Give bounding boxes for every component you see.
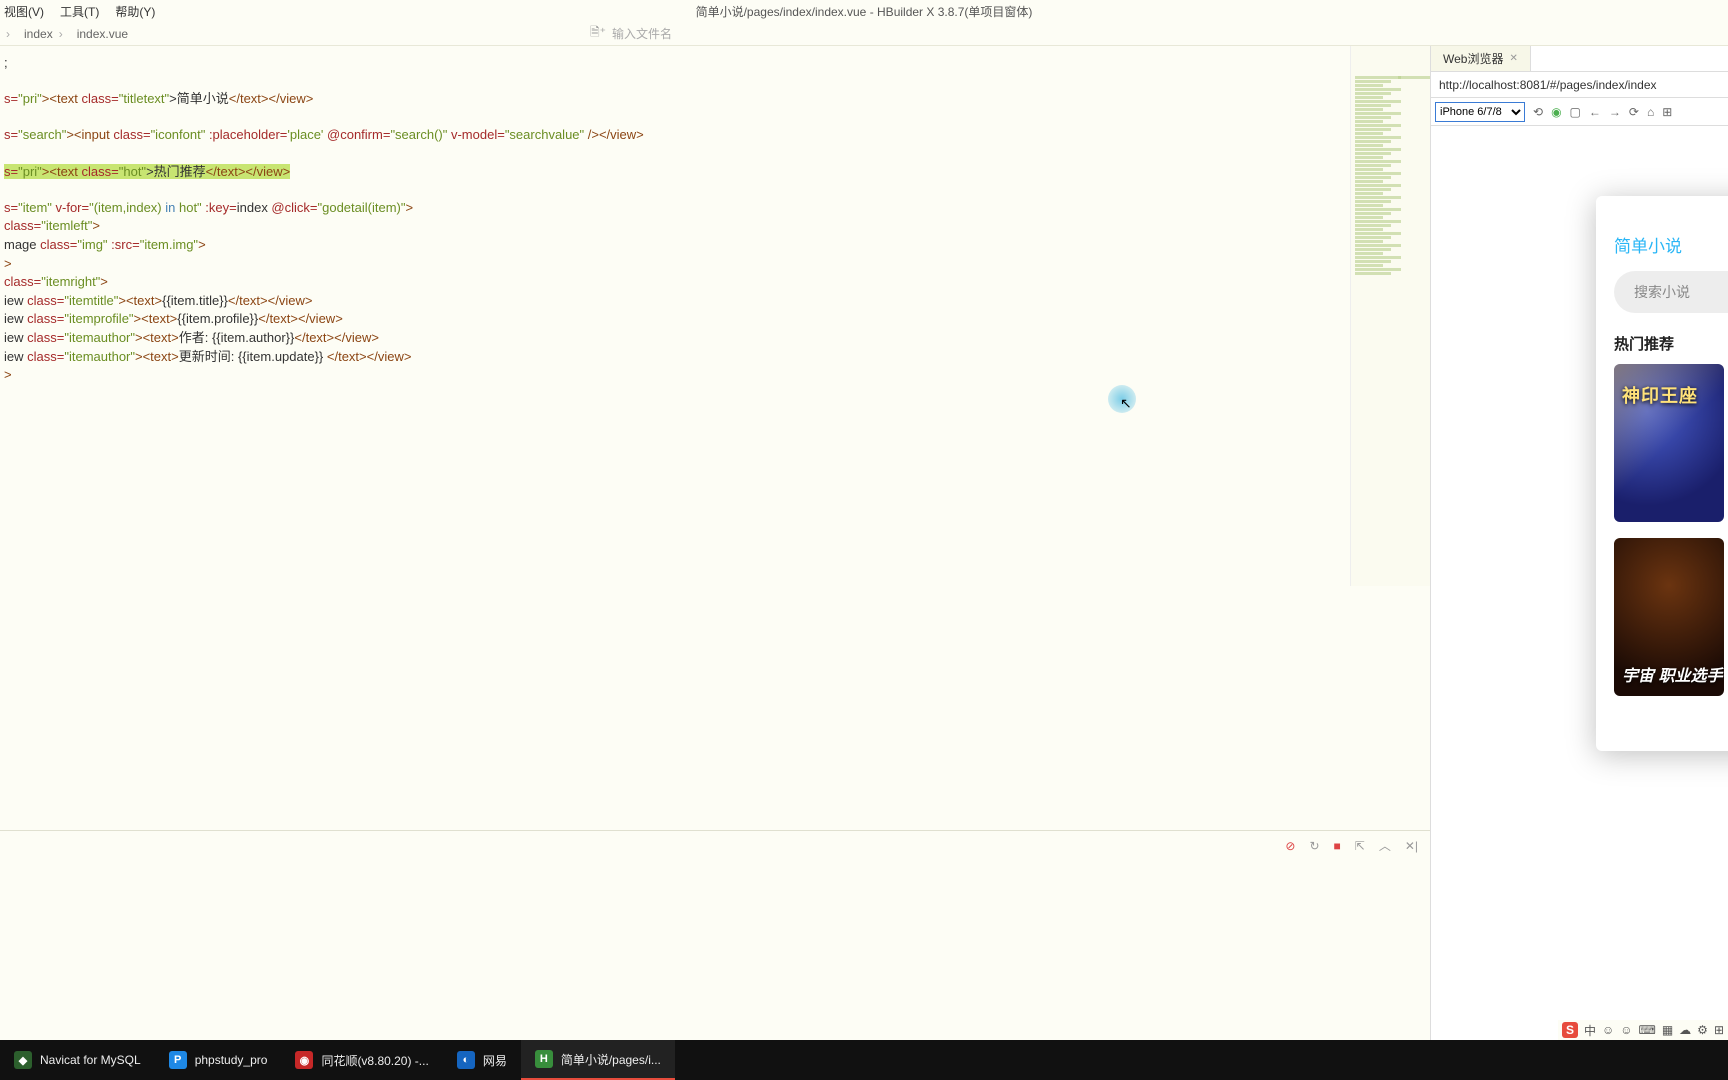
popout-icon[interactable]: ⇱: [1355, 839, 1365, 853]
close-icon[interactable]: ✕: [1509, 53, 1517, 64]
url-bar[interactable]: http://localhost:8081/#/pages/index/inde…: [1431, 72, 1728, 98]
restart-icon[interactable]: ↻: [1309, 839, 1319, 853]
rotate-icon[interactable]: ⟲: [1533, 105, 1543, 119]
taskbar-item-netease[interactable]: ◐ 网易: [443, 1040, 521, 1080]
stop-icon[interactable]: ⊘: [1285, 839, 1295, 853]
app-search-input[interactable]: 搜索小说: [1614, 271, 1728, 313]
taskbar-item-navicat[interactable]: ◆ Navicat for MySQL: [0, 1040, 155, 1080]
system-tray: S 中 ☺ ☺ ⌨ ▦ ☁ ⚙ ⊞: [1558, 1020, 1728, 1040]
ths-icon: ◉: [295, 1051, 313, 1069]
close-icon[interactable]: ✕|: [1405, 839, 1418, 853]
file-search-icon: 🗎⁺: [590, 23, 606, 44]
chevron-right-icon: ›: [6, 27, 10, 41]
menu-view[interactable]: 视图(V): [4, 3, 44, 20]
navicat-icon: ◆: [14, 1051, 32, 1069]
terminate-icon[interactable]: ■: [1334, 839, 1341, 853]
tray-icon[interactable]: ☺: [1620, 1023, 1632, 1037]
devtools-icon[interactable]: ⊞: [1662, 105, 1672, 119]
file-search-placeholder: 输入文件名: [612, 25, 672, 42]
taskbar: ◆ Navicat for MySQL P phpstudy_pro ◉ 同花顺…: [0, 1040, 1728, 1080]
ime-lang[interactable]: 中: [1584, 1022, 1596, 1039]
section-hot: 热门推荐: [1596, 333, 1728, 364]
book-title: 神印王座: [1622, 382, 1698, 408]
browser-tab-label: Web浏览器: [1443, 50, 1503, 67]
chevron-right-icon: ›: [59, 27, 63, 41]
menu-bar: 视图(V) 工具(T) 帮助(Y) 简单小说/pages/index/index…: [0, 0, 1728, 22]
search-placeholder: 搜索小说: [1634, 282, 1690, 302]
tray-icon[interactable]: ▦: [1662, 1023, 1673, 1037]
collapse-up-icon[interactable]: ︿: [1379, 837, 1391, 854]
device-frame[interactable]: u 简单小说 搜索小说 热门推荐 神印王座 宇宙 职业选手: [1596, 196, 1728, 751]
netease-icon: ◐: [457, 1051, 475, 1069]
device-preview-area: u 简单小说 搜索小说 热门推荐 神印王座 宇宙 职业选手: [1431, 126, 1728, 1080]
phpstudy-icon: P: [169, 1051, 187, 1069]
taskbar-item-phpstudy[interactable]: P phpstudy_pro: [155, 1040, 282, 1080]
menu-help[interactable]: 帮助(Y): [115, 3, 155, 20]
ime-indicator-icon[interactable]: S: [1562, 1022, 1578, 1038]
browser-toolbar: iPhone 6/7/8 ⟲ ◉ ▢ ← → ⟳ ⌂ ⊞: [1431, 98, 1728, 126]
console-toolbar: ⊘ ↻ ■ ⇱ ︿ ✕|: [0, 830, 1430, 860]
book-title: 宇宙 职业选手: [1622, 662, 1722, 686]
home-icon[interactable]: ⌂: [1647, 105, 1654, 119]
url-text: http://localhost:8081/#/pages/index/inde…: [1439, 78, 1657, 92]
taskbar-item-ths[interactable]: ◉ 同花顺(v8.80.20) -...: [281, 1040, 442, 1080]
breadcrumb-folder[interactable]: index: [24, 27, 53, 41]
tray-icon[interactable]: ⚙: [1697, 1023, 1708, 1037]
sync-icon[interactable]: ◉: [1551, 105, 1561, 119]
device-select[interactable]: iPhone 6/7/8: [1435, 102, 1525, 122]
file-search[interactable]: 🗎⁺ 输入文件名: [590, 23, 672, 44]
tab-row: › index › index.vue 🗎⁺ 输入文件名: [0, 22, 1728, 46]
breadcrumb-file[interactable]: index.vue: [77, 27, 128, 41]
refresh-icon[interactable]: ⟳: [1629, 105, 1639, 119]
back-icon[interactable]: ←: [1589, 105, 1601, 119]
web-browser-panel: Web浏览器 ✕ http://localhost:8081/#/pages/i…: [1430, 46, 1728, 1080]
book-card[interactable]: 宇宙 职业选手: [1614, 538, 1724, 696]
book-list: 神印王座 宇宙 职业选手: [1596, 364, 1728, 696]
window-title: 简单小说/pages/index/index.vue - HBuilder X …: [696, 3, 1033, 20]
tray-icon[interactable]: ⊞: [1714, 1023, 1724, 1037]
browser-tab[interactable]: Web浏览器 ✕: [1431, 46, 1531, 71]
tray-icon[interactable]: ☁: [1679, 1023, 1691, 1037]
hbuilder-icon: H: [535, 1050, 553, 1068]
app-title: 简单小说: [1596, 224, 1728, 271]
minimap[interactable]: [1350, 46, 1430, 586]
tray-icon[interactable]: ☺: [1602, 1023, 1614, 1037]
menu-tools[interactable]: 工具(T): [60, 3, 99, 20]
forward-icon[interactable]: →: [1609, 105, 1621, 119]
tray-icon[interactable]: ⌨: [1639, 1023, 1656, 1037]
browser-tabs: Web浏览器 ✕: [1431, 46, 1728, 72]
code-editor[interactable]: ; s="pri"><text class="titletext">简单小说</…: [0, 46, 1430, 1080]
cursor-icon: ↖: [1120, 395, 1132, 412]
book-card[interactable]: 神印王座: [1614, 364, 1724, 522]
phone-statusbar: u: [1596, 196, 1728, 224]
taskbar-item-hbuilder[interactable]: H 简单小说/pages/i...: [521, 1040, 675, 1080]
screenshot-icon[interactable]: ▢: [1570, 105, 1581, 119]
